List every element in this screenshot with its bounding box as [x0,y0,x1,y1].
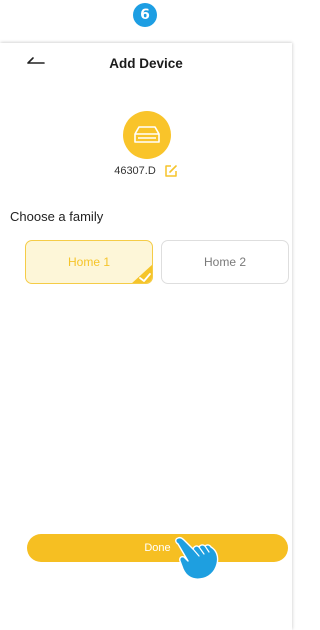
family-option-label: Home 1 [67,255,111,269]
checkmark-icon [132,264,152,283]
device-avatar [123,111,171,159]
done-button-label: Done [144,542,171,554]
device-name-row: 46307.D [0,164,292,178]
choose-family-label: Choose a family [10,209,104,224]
family-option-home-2[interactable]: Home 2 [161,240,289,284]
nav-bar: Add Device [0,43,292,85]
tap-pointer-hand-icon [175,536,219,580]
family-option-home-1[interactable]: Home 1 [25,240,153,284]
device-name: 46307.D [114,165,156,177]
done-button[interactable]: Done [27,534,288,562]
family-option-label: Home 2 [203,255,247,269]
edit-icon[interactable] [164,164,178,178]
step-number-badge: 6 [133,3,157,27]
nvr-recorder-icon [134,126,160,143]
page-title: Add Device [109,56,183,71]
